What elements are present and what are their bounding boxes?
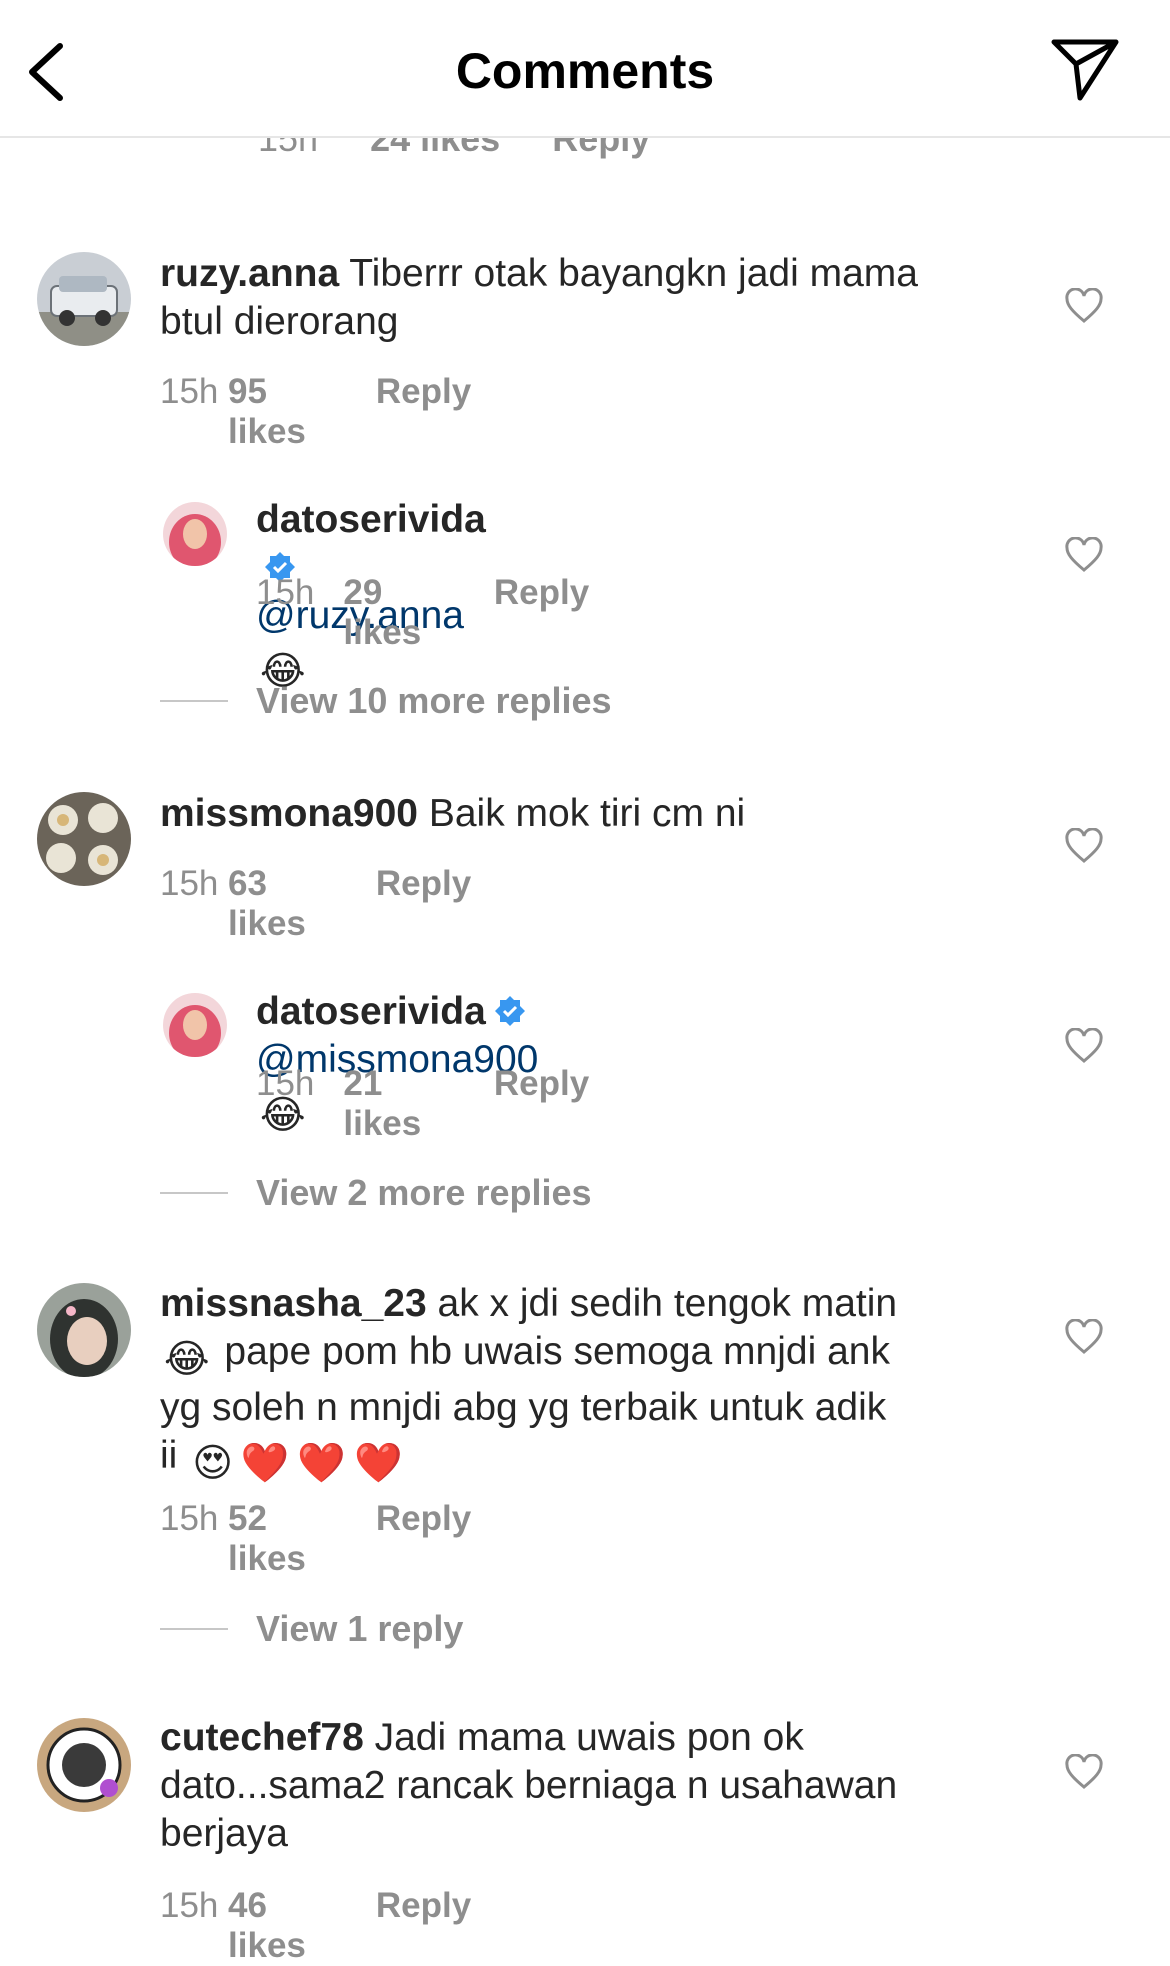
- likes-count[interactable]: 21 likes: [343, 1064, 443, 1144]
- comment-text: btul dierorang: [160, 300, 399, 343]
- comment-time: 15h: [160, 864, 219, 903]
- view-replies-label: View 2 more replies: [256, 1172, 592, 1213]
- likes-count[interactable]: 29 likes: [343, 573, 443, 653]
- avatar[interactable]: [37, 252, 131, 346]
- view-more-replies[interactable]: View 10 more replies: [160, 680, 612, 722]
- reply-button[interactable]: Reply: [376, 864, 471, 944]
- comment-text: yg soleh n mnjdi abg yg terbaik untuk ad…: [160, 1386, 887, 1429]
- heart-icon[interactable]: [1064, 828, 1104, 864]
- comment-text: berjaya: [160, 1812, 288, 1855]
- likes-count[interactable]: 46 likes: [228, 1886, 326, 1966]
- red-heart-emoji: ❤️: [240, 1442, 290, 1485]
- avatar[interactable]: [37, 1283, 131, 1377]
- avatar[interactable]: [163, 502, 227, 566]
- comment-username[interactable]: datoserivida: [256, 990, 486, 1033]
- comment-text: ii: [160, 1434, 178, 1477]
- comment-time: 15h: [160, 1499, 219, 1538]
- view-more-replies[interactable]: View 2 more replies: [160, 1172, 592, 1214]
- verified-badge-icon: [494, 996, 525, 1026]
- comment-text: pape pom hb uwais semoga mnjdi ank: [224, 1330, 890, 1373]
- red-heart-emoji: ❤️: [353, 1442, 403, 1485]
- comment-username[interactable]: missnasha_23: [160, 1282, 427, 1325]
- comment-username[interactable]: cutechef78: [160, 1716, 364, 1759]
- reply-button[interactable]: Reply: [376, 372, 471, 452]
- reply-button[interactable]: Reply: [376, 1886, 471, 1966]
- heart-icon[interactable]: [1064, 288, 1104, 324]
- avatar[interactable]: [163, 993, 227, 1057]
- view-more-replies[interactable]: View 1 reply: [160, 1608, 463, 1650]
- likes-count[interactable]: 63 likes: [228, 864, 326, 944]
- view-replies-label: View 10 more replies: [256, 680, 612, 721]
- heart-eyes-emoji: 😍: [192, 1442, 233, 1485]
- comment-time: 15h: [256, 1064, 315, 1103]
- comment-username[interactable]: datoserivida: [256, 498, 486, 541]
- red-heart-emoji: ❤️: [297, 1442, 346, 1485]
- page-title: Comments: [455, 43, 715, 99]
- reply-button[interactable]: Reply: [494, 1064, 589, 1144]
- divider-line: [160, 700, 228, 702]
- comment-text: ak x jdi sedih tengok matin: [437, 1282, 898, 1325]
- comment-time: 15h: [160, 372, 219, 411]
- avatar[interactable]: [37, 792, 131, 886]
- likes-count[interactable]: 52 likes: [228, 1499, 326, 1579]
- heart-icon[interactable]: [1064, 1319, 1104, 1355]
- view-replies-label: View 1 reply: [256, 1608, 464, 1649]
- likes-count[interactable]: 95 likes: [228, 372, 326, 452]
- laughing-emoji: 😂: [164, 1338, 210, 1381]
- comment-username[interactable]: ruzy.anna: [160, 252, 339, 295]
- avatar[interactable]: [37, 1718, 131, 1812]
- reply-button[interactable]: Reply: [376, 1499, 471, 1579]
- comment-time: 15h: [256, 573, 315, 612]
- comment-username[interactable]: missmona900: [160, 792, 418, 835]
- heart-icon[interactable]: [1064, 1754, 1104, 1790]
- heart-icon[interactable]: [1064, 537, 1104, 573]
- comment-text: Baik mok tiri cm ni: [428, 792, 746, 835]
- paper-plane-icon[interactable]: [1050, 36, 1120, 102]
- comment-text: Jadi mama uwais pon ok: [374, 1716, 804, 1759]
- reply-button[interactable]: Reply: [494, 573, 589, 653]
- comment-text: dato...sama2 rancak berniaga n usahawan: [160, 1764, 898, 1807]
- header-bar: Comments: [0, 0, 1170, 138]
- comment-text: Tiberrr otak bayangkn jadi mama: [349, 252, 918, 295]
- divider-line: [160, 1628, 228, 1630]
- divider-line: [160, 1192, 228, 1194]
- comment-time: 15h: [160, 1886, 219, 1925]
- heart-icon[interactable]: [1064, 1028, 1104, 1064]
